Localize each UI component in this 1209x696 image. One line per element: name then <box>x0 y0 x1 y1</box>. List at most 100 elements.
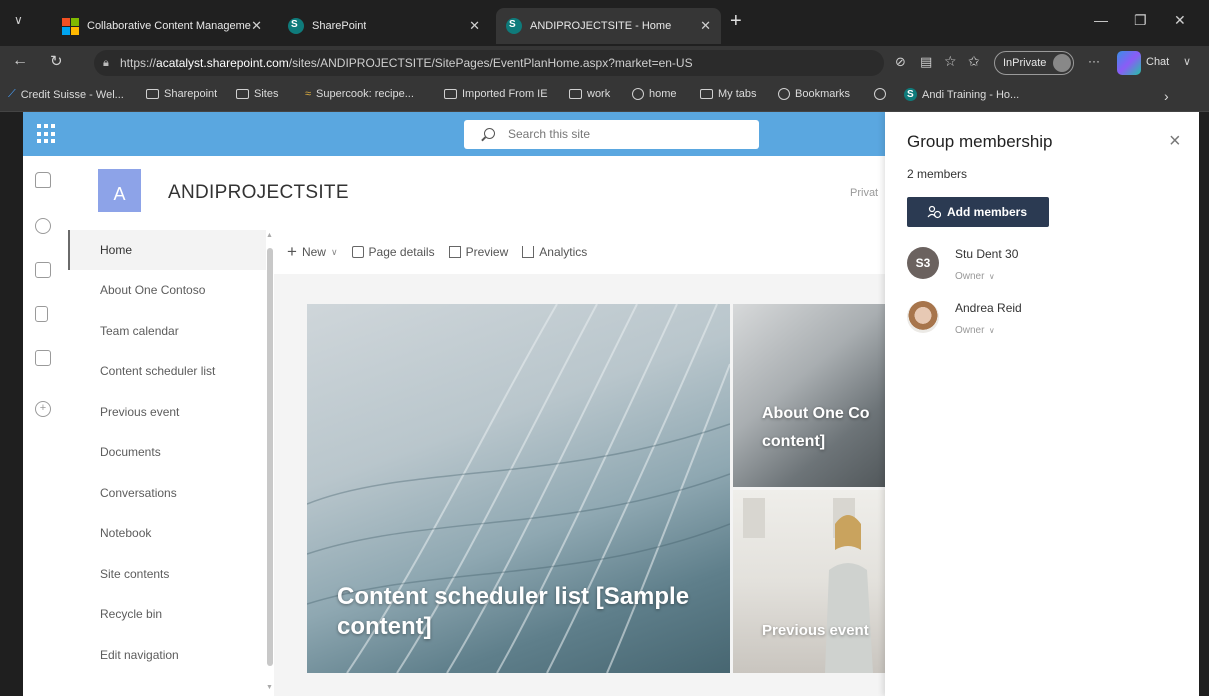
inprivate-button[interactable]: InPrivate <box>994 51 1074 75</box>
address-bar[interactable]: 🔒︎ https://acatalyst.sharepoint.com/site… <box>94 50 884 76</box>
scroll-up-icon[interactable]: ▲ <box>266 232 273 239</box>
nav-item-about-one-contoso[interactable]: About One Contoso <box>68 270 266 310</box>
plus-icon: + <box>287 242 297 261</box>
scroll-down-icon[interactable]: ▼ <box>266 684 273 691</box>
close-tab-icon[interactable]: ✕ <box>469 18 480 34</box>
close-icon[interactable]: × <box>1169 130 1181 153</box>
copilot-icon[interactable] <box>1117 51 1141 75</box>
nav-item-notebook[interactable]: Notebook <box>68 513 266 553</box>
back-icon[interactable]: ← <box>12 52 28 70</box>
close-tab-icon[interactable]: ✕ <box>251 18 262 34</box>
add-members-button[interactable]: Add members <box>907 197 1049 227</box>
analytics-button[interactable]: Analytics <box>522 245 587 259</box>
tab-label: SharePoint <box>312 20 367 32</box>
tab-collaborative-content[interactable]: Collaborative Content Manageme ✕ <box>52 8 272 44</box>
refresh-icon[interactable]: ↻ <box>50 52 63 70</box>
bookmark-andi-training[interactable]: Andi Training - Ho... <box>904 88 1019 101</box>
page-details-button[interactable]: Page details <box>351 245 435 259</box>
preview-button[interactable]: Preview <box>448 245 508 259</box>
member-role-dropdown[interactable]: Owner ∨ <box>955 320 995 338</box>
member-name: Andrea Reid <box>955 301 1022 315</box>
bookmarks-overflow-icon[interactable]: › <box>1164 88 1169 104</box>
sharepoint-icon <box>904 88 917 101</box>
member-row-stu-dent[interactable]: S3 Stu Dent 30 Owner ∨ <box>907 247 1018 282</box>
hero-tile-about-one-contoso[interactable]: About One Co content] <box>733 304 899 487</box>
globe-icon <box>874 88 886 100</box>
speaker-image <box>743 498 873 673</box>
avatar: S3 <box>907 247 939 279</box>
nav-scrollbar-thumb[interactable] <box>267 248 273 666</box>
folder-icon <box>569 89 582 99</box>
bookmark-supercook[interactable]: ≈ Supercook: recipe... <box>305 88 414 100</box>
create-plus-icon[interactable]: + <box>35 401 51 417</box>
nav-item-team-calendar[interactable]: Team calendar <box>68 311 266 351</box>
news-icon[interactable] <box>35 262 51 278</box>
bookmark-bookmarks[interactable]: Bookmarks <box>778 88 850 100</box>
hero-title-previous-event: Previous event <box>762 622 869 639</box>
bookmark-work[interactable]: work <box>569 88 610 100</box>
nav-item-edit-navigation[interactable]: Edit navigation <box>68 635 266 675</box>
chat-label[interactable]: Chat <box>1146 56 1169 68</box>
nav-item-site-contents[interactable]: Site contents <box>68 554 266 594</box>
app-launcher-icon[interactable] <box>37 124 57 144</box>
new-button[interactable]: + New ∨ <box>287 242 338 262</box>
favorite-star-icon[interactable]: ☆ <box>944 53 957 70</box>
tab-andiprojectsite-home[interactable]: ANDIPROJECTSITE - Home ✕ <box>496 8 721 44</box>
member-name: Stu Dent 30 <box>955 247 1019 261</box>
browser-window: ∨ Collaborative Content Manageme ✕ Share… <box>0 0 1209 696</box>
sharepoint-icon <box>288 18 304 34</box>
site-logo[interactable]: A <box>98 169 141 212</box>
folder-icon <box>236 89 249 99</box>
reading-view-icon[interactable]: ▤ <box>920 54 932 70</box>
chevron-down-icon: ∨ <box>988 326 995 335</box>
group-membership-panel: Group membership × 2 members Add members… <box>885 112 1199 696</box>
member-row-andrea-reid[interactable]: Andrea Reid Owner ∨ <box>907 301 1022 336</box>
nav-item-content-scheduler-list[interactable]: Content scheduler list <box>68 351 266 391</box>
chevron-down-icon[interactable]: ∨ <box>1183 55 1191 68</box>
document-icon[interactable] <box>35 306 48 322</box>
globe-icon <box>632 88 644 100</box>
close-window-icon[interactable]: ✕ <box>1174 12 1186 29</box>
more-options-icon[interactable]: ··· <box>1088 54 1100 68</box>
search-placeholder: Search this site <box>508 127 591 141</box>
bookmark-credit-suisse[interactable]: ⟋ Credit Suisse - Wel... <box>8 88 124 101</box>
nav-item-documents[interactable]: Documents <box>68 432 266 472</box>
nav-item-home[interactable]: Home <box>68 230 266 270</box>
minimize-icon[interactable]: — <box>1094 12 1108 28</box>
globe-icon[interactable] <box>35 218 51 234</box>
close-tab-icon[interactable]: ✕ <box>700 18 711 34</box>
url-prefix: https:// <box>120 56 157 70</box>
add-members-label: Add members <box>947 205 1028 219</box>
bookmark-imported-from-ie[interactable]: Imported From IE <box>444 88 548 100</box>
url-path: /sites/ANDIPROJECTSITE/SitePages/EventPl… <box>288 56 693 70</box>
bookmark-sharepoint[interactable]: Sharepoint <box>146 88 217 100</box>
inprivate-label: InPrivate <box>1003 57 1047 69</box>
privacy-label: Privat <box>850 187 879 199</box>
bookmark-sites[interactable]: Sites <box>236 88 278 100</box>
tracking-prevention-icon[interactable]: ⊘ <box>895 54 906 70</box>
favorites-list-icon[interactable]: ✩ <box>968 53 980 70</box>
tab-sharepoint[interactable]: SharePoint ✕ <box>278 8 490 44</box>
hero-tile-content-scheduler[interactable]: Content scheduler list [Sample content] <box>307 304 730 673</box>
bookmark-home[interactable]: home <box>632 88 677 100</box>
site-navigation: Home About One Contoso Team calendar Con… <box>68 230 266 696</box>
globe-icon <box>778 88 790 100</box>
bookmark-my-tabs[interactable]: My tabs <box>700 88 757 100</box>
tab-actions-chevron-icon[interactable]: ∨ <box>14 13 23 27</box>
tab-label: ANDIPROJECTSITE - Home <box>530 20 672 32</box>
nav-item-previous-event[interactable]: Previous event <box>68 392 266 432</box>
chevron-down-icon: ∨ <box>330 246 338 257</box>
site-title[interactable]: ANDIPROJECTSITE <box>168 182 349 204</box>
nav-item-recycle-bin[interactable]: Recycle bin <box>68 594 266 634</box>
nav-item-conversations[interactable]: Conversations <box>68 473 266 513</box>
home-icon[interactable] <box>35 172 51 188</box>
member-role-dropdown[interactable]: Owner ∨ <box>955 266 995 284</box>
restore-icon[interactable]: ❐ <box>1134 12 1147 29</box>
hero-tile-previous-event[interactable]: Previous event <box>733 490 899 673</box>
analytics-icon <box>522 246 535 258</box>
new-tab-button[interactable]: + <box>730 10 742 33</box>
search-input[interactable]: Search this site <box>464 120 759 149</box>
chevron-down-icon: ∨ <box>988 272 995 281</box>
bookmark-globe[interactable] <box>874 88 891 100</box>
lists-icon[interactable] <box>35 350 51 366</box>
